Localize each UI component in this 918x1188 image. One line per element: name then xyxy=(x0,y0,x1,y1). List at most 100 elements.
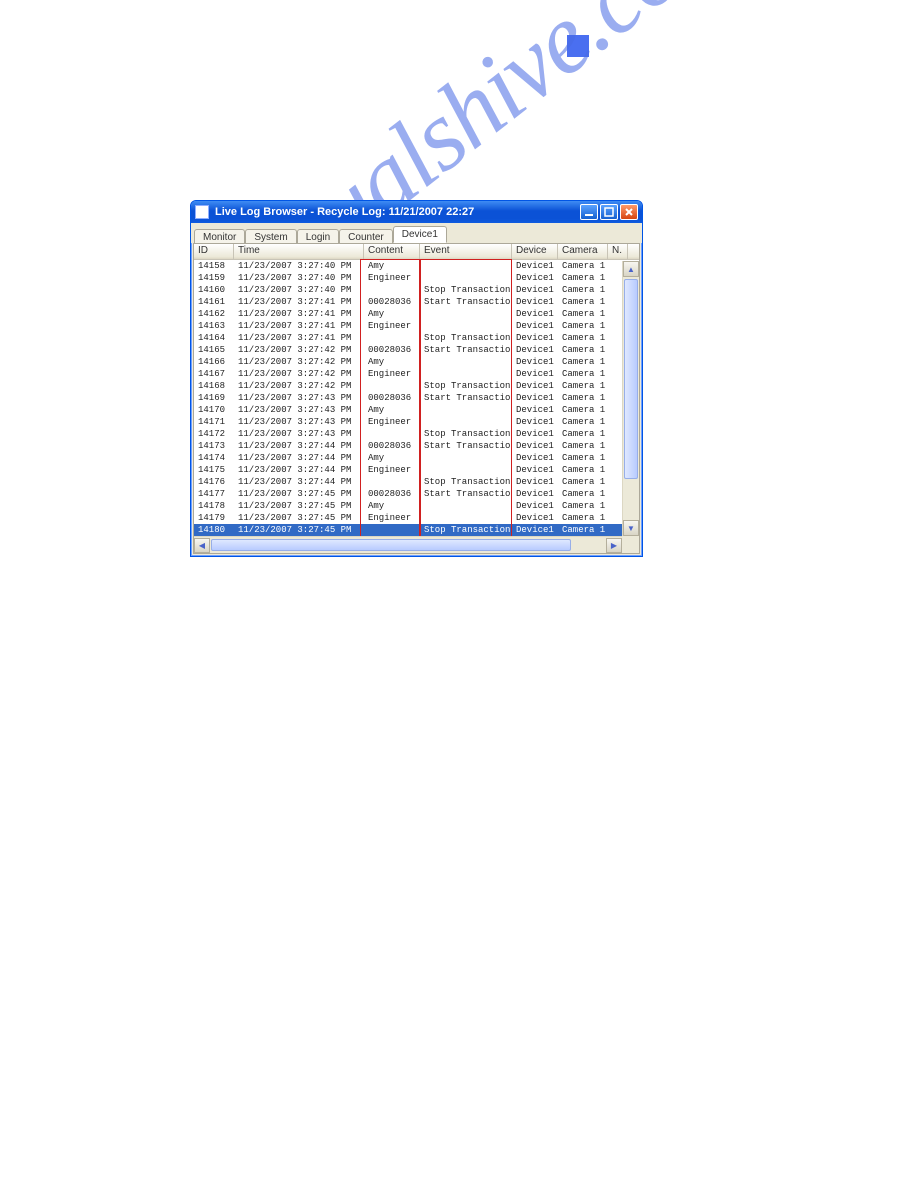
cell-content xyxy=(364,524,420,536)
cell-time: 11/23/2007 3:27:40 PM xyxy=(234,260,364,272)
table-row[interactable]: 1417611/23/2007 3:27:44 PMStop Transacti… xyxy=(194,476,639,488)
cell-id: 14158 xyxy=(194,260,234,272)
cell-time: 11/23/2007 3:27:41 PM xyxy=(234,332,364,344)
cell-device: Device1 xyxy=(512,308,558,320)
scroll-up-button[interactable]: ▲ xyxy=(623,261,639,277)
table-row[interactable]: 1416711/23/2007 3:27:42 PMEngineerDevice… xyxy=(194,368,639,380)
column-header-time[interactable]: Time xyxy=(234,244,364,259)
table-row[interactable]: 1417711/23/2007 3:27:45 PM00028036Start … xyxy=(194,488,639,500)
column-header-content[interactable]: Content xyxy=(364,244,420,259)
tab-label: Login xyxy=(306,232,330,243)
cell-content xyxy=(364,284,420,296)
cell-camera: Camera 1 xyxy=(558,476,608,488)
table-row[interactable]: 1416511/23/2007 3:27:42 PM00028036Start … xyxy=(194,344,639,356)
table-row[interactable]: 1416311/23/2007 3:27:41 PMEngineerDevice… xyxy=(194,320,639,332)
column-header-device[interactable]: Device xyxy=(512,244,558,259)
cell-id: 14174 xyxy=(194,452,234,464)
cell-device: Device1 xyxy=(512,524,558,536)
cell-id: 14168 xyxy=(194,380,234,392)
tab-device1[interactable]: Device1 xyxy=(393,226,447,243)
close-button[interactable] xyxy=(620,204,638,220)
table-row[interactable]: 1417911/23/2007 3:27:45 PMEngineerDevice… xyxy=(194,512,639,524)
column-header-n[interactable]: N. xyxy=(608,244,628,259)
table-row[interactable]: 1416911/23/2007 3:27:43 PM00028036Start … xyxy=(194,392,639,404)
cell-event: Start Transaction xyxy=(420,296,512,308)
window-buttons xyxy=(580,204,638,220)
maximize-button[interactable] xyxy=(600,204,618,220)
cell-camera: Camera 1 xyxy=(558,500,608,512)
page-marker xyxy=(567,35,589,57)
column-header-id[interactable]: ID xyxy=(194,244,234,259)
cell-event: Stop Transaction xyxy=(420,428,512,440)
table-row[interactable]: 1416411/23/2007 3:27:41 PMStop Transacti… xyxy=(194,332,639,344)
cell-time: 11/23/2007 3:27:43 PM xyxy=(234,392,364,404)
scroll-left-button[interactable]: ◀ xyxy=(194,538,210,553)
cell-camera: Camera 1 xyxy=(558,308,608,320)
cell-id: 14175 xyxy=(194,464,234,476)
table-row[interactable]: 1417111/23/2007 3:27:43 PMEngineerDevice… xyxy=(194,416,639,428)
tab-counter[interactable]: Counter xyxy=(339,229,393,244)
cell-device: Device1 xyxy=(512,260,558,272)
minimize-button[interactable] xyxy=(580,204,598,220)
table-row[interactable]: 1415911/23/2007 3:27:40 PMEngineerDevice… xyxy=(194,272,639,284)
column-header-event[interactable]: Event xyxy=(420,244,512,259)
table-row[interactable]: 1417211/23/2007 3:27:43 PMStop Transacti… xyxy=(194,428,639,440)
cell-id: 14163 xyxy=(194,320,234,332)
cell-content: Engineer xyxy=(364,272,420,284)
cell-camera: Camera 1 xyxy=(558,416,608,428)
table-row[interactable]: 1417511/23/2007 3:27:44 PMEngineerDevice… xyxy=(194,464,639,476)
vertical-scrollbar[interactable]: ▲ ▼ xyxy=(622,261,639,536)
tab-system[interactable]: System xyxy=(245,229,296,244)
tab-login[interactable]: Login xyxy=(297,229,339,244)
cell-event: Start Transaction xyxy=(420,344,512,356)
cell-time: 11/23/2007 3:27:41 PM xyxy=(234,320,364,332)
cell-id: 14170 xyxy=(194,404,234,416)
close-icon xyxy=(624,207,634,217)
titlebar[interactable]: Live Log Browser - Recycle Log: 11/21/20… xyxy=(191,201,642,223)
scroll-right-button[interactable]: ▶ xyxy=(606,538,622,553)
cell-event: Start Transaction xyxy=(420,488,512,500)
cell-event xyxy=(420,308,512,320)
column-header-camera[interactable]: Camera xyxy=(558,244,608,259)
table-row[interactable]: 1416211/23/2007 3:27:41 PMAmyDevice1Came… xyxy=(194,308,639,320)
cell-time: 11/23/2007 3:27:45 PM xyxy=(234,500,364,512)
cell-device: Device1 xyxy=(512,416,558,428)
table-body[interactable]: 1415811/23/2007 3:27:40 PMAmyDevice1Came… xyxy=(194,260,639,536)
table-row[interactable]: 1416811/23/2007 3:27:42 PMStop Transacti… xyxy=(194,380,639,392)
chevron-right-icon: ▶ xyxy=(611,541,617,550)
cell-device: Device1 xyxy=(512,332,558,344)
table-row[interactable]: 1416111/23/2007 3:27:41 PM00028036Start … xyxy=(194,296,639,308)
cell-time: 11/23/2007 3:27:40 PM xyxy=(234,284,364,296)
table-row[interactable]: 1418011/23/2007 3:27:45 PMStop Transacti… xyxy=(194,524,639,536)
vertical-scroll-thumb[interactable] xyxy=(624,279,638,479)
scroll-down-button[interactable]: ▼ xyxy=(623,520,639,536)
tab-monitor[interactable]: Monitor xyxy=(194,229,245,244)
cell-id: 14179 xyxy=(194,512,234,524)
tab-label: Device1 xyxy=(402,229,438,240)
table-row[interactable]: 1417311/23/2007 3:27:44 PM00028036Start … xyxy=(194,440,639,452)
cell-content: Amy xyxy=(364,260,420,272)
chevron-left-icon: ◀ xyxy=(199,541,205,550)
table-row[interactable]: 1416611/23/2007 3:27:42 PMAmyDevice1Came… xyxy=(194,356,639,368)
cell-device: Device1 xyxy=(512,344,558,356)
cell-device: Device1 xyxy=(512,428,558,440)
cell-id: 14172 xyxy=(194,428,234,440)
horizontal-scroll-thumb[interactable] xyxy=(211,539,571,551)
table-row[interactable]: 1417011/23/2007 3:27:43 PMAmyDevice1Came… xyxy=(194,404,639,416)
cell-time: 11/23/2007 3:27:43 PM xyxy=(234,416,364,428)
table-row[interactable]: 1417411/23/2007 3:27:44 PMAmyDevice1Came… xyxy=(194,452,639,464)
cell-content: Amy xyxy=(364,404,420,416)
cell-time: 11/23/2007 3:27:42 PM xyxy=(234,380,364,392)
cell-device: Device1 xyxy=(512,404,558,416)
cell-device: Device1 xyxy=(512,296,558,308)
app-icon xyxy=(195,205,209,219)
cell-camera: Camera 1 xyxy=(558,404,608,416)
horizontal-scrollbar[interactable]: ◀ ▶ xyxy=(194,536,639,553)
table-row[interactable]: 1415811/23/2007 3:27:40 PMAmyDevice1Came… xyxy=(194,260,639,272)
cell-device: Device1 xyxy=(512,368,558,380)
table-row[interactable]: 1416011/23/2007 3:27:40 PMStop Transacti… xyxy=(194,284,639,296)
cell-content xyxy=(364,476,420,488)
cell-time: 11/23/2007 3:27:41 PM xyxy=(234,296,364,308)
table-row[interactable]: 1417811/23/2007 3:27:45 PMAmyDevice1Came… xyxy=(194,500,639,512)
table-header-row: IDTimeContentEventDeviceCameraN. xyxy=(194,244,639,260)
